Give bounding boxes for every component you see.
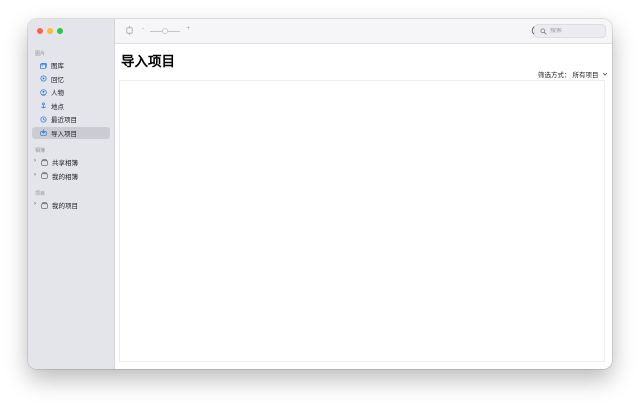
imports-icon bbox=[40, 129, 47, 136]
search-field[interactable] bbox=[534, 24, 606, 38]
zoom-button[interactable] bbox=[57, 28, 63, 34]
sidebar-item-label: 回忆 bbox=[51, 76, 64, 84]
filter-label: 筛选方式： bbox=[538, 72, 571, 79]
photo-grid[interactable] bbox=[119, 80, 605, 362]
recents-icon bbox=[40, 115, 47, 123]
section-header-photos: 图片 bbox=[35, 51, 46, 57]
chevron-right-icon[interactable]: › bbox=[34, 172, 36, 178]
sidebar-item-label: 共享相簿 bbox=[52, 160, 78, 167]
sidebar-item-my-albums[interactable]: › 我的相簿 bbox=[32, 170, 110, 182]
filter-value[interactable]: 所有项目 bbox=[573, 69, 599, 79]
photos-window: 图片 图库 回忆 人物 地点 最近项目 导入项目 相簿 › 共享相簿 › 我的相… bbox=[28, 19, 612, 369]
section-header-projects: 项目 bbox=[35, 191, 46, 197]
sidebar-item-places[interactable]: 地点 bbox=[32, 100, 110, 112]
zoom-in-icon[interactable]: + bbox=[186, 26, 190, 32]
memories-icon bbox=[40, 75, 47, 82]
sidebar-item-recents[interactable]: 最近项目 bbox=[32, 113, 110, 125]
sidebar-item-label: 最近项目 bbox=[51, 117, 77, 124]
sidebar-item-shared-albums[interactable]: › 共享相簿 bbox=[32, 156, 110, 168]
rotate-icon[interactable] bbox=[124, 25, 135, 36]
minimize-button[interactable] bbox=[47, 28, 53, 34]
sidebar-item-imports[interactable]: 导入项目 bbox=[32, 126, 110, 139]
search-icon bbox=[540, 27, 547, 35]
my-albums-icon bbox=[41, 172, 48, 179]
sidebar-item-label: 地点 bbox=[51, 103, 64, 111]
sidebar-item-my-projects[interactable]: › 我的项目 bbox=[32, 199, 110, 211]
my-projects-icon bbox=[41, 201, 48, 209]
chevron-down-icon[interactable] bbox=[602, 71, 608, 77]
sidebar-item-label: 人物 bbox=[51, 90, 64, 97]
search-input[interactable] bbox=[550, 28, 605, 34]
shared-albums-icon bbox=[41, 158, 48, 166]
section-header-albums: 相簿 bbox=[35, 148, 46, 154]
zoom-slider[interactable]: - + bbox=[142, 26, 190, 35]
photo-library-icon bbox=[40, 62, 47, 69]
sidebar-item-label: 图库 bbox=[51, 63, 64, 70]
filter-menu[interactable]: 筛选方式： 所有项目 bbox=[538, 69, 608, 79]
sidebar-item-label: 导入项目 bbox=[51, 130, 77, 138]
close-button[interactable] bbox=[37, 28, 43, 34]
chevron-right-icon[interactable]: › bbox=[34, 158, 36, 164]
toolbar: - + bbox=[115, 19, 612, 44]
zoom-thumb[interactable] bbox=[162, 28, 168, 34]
chevron-right-icon[interactable]: › bbox=[34, 201, 36, 207]
sidebar-item-library[interactable]: 图库 bbox=[32, 59, 110, 71]
zoom-out-icon[interactable]: - bbox=[142, 26, 144, 32]
sidebar-item-label: 我的相簿 bbox=[52, 173, 78, 181]
window-controls bbox=[37, 28, 63, 34]
sidebar-item-label: 我的项目 bbox=[52, 203, 78, 210]
places-icon bbox=[40, 102, 47, 109]
sidebar-item-memories[interactable]: 回忆 bbox=[32, 73, 110, 85]
page-title: 导入项目 bbox=[121, 54, 175, 69]
sidebar-item-people[interactable]: 人物 bbox=[32, 86, 110, 98]
sidebar: 图片 图库 回忆 人物 地点 最近项目 导入项目 相簿 › 共享相簿 › 我的相… bbox=[28, 19, 115, 369]
people-icon bbox=[40, 88, 47, 96]
